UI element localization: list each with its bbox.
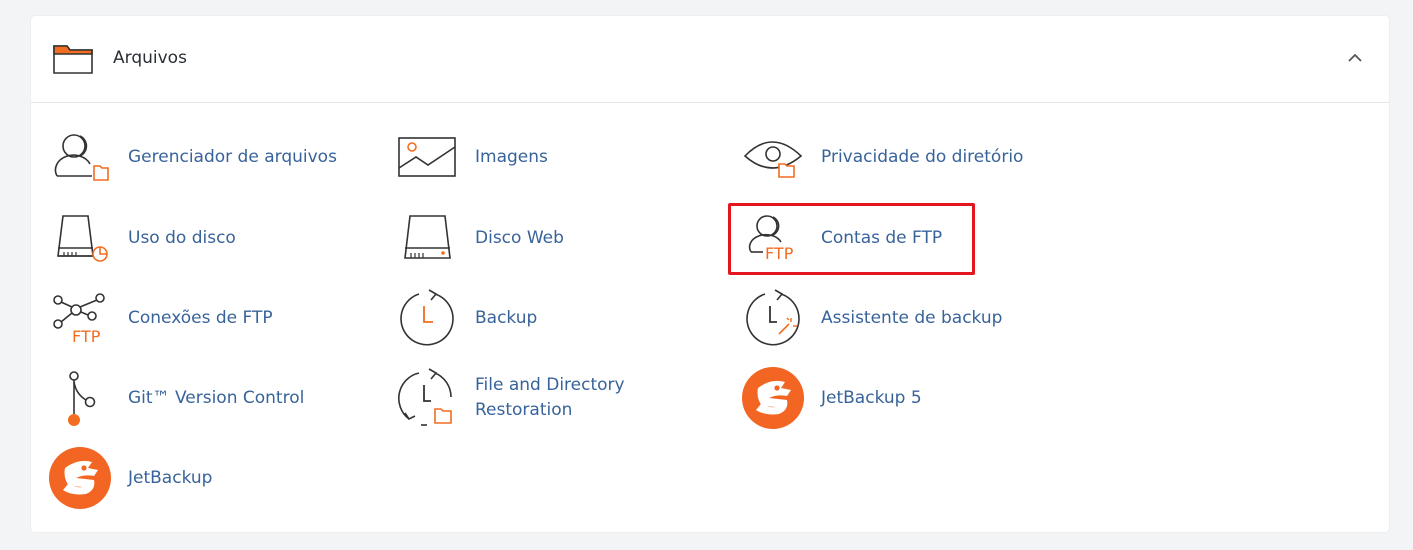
section-title: Arquivos [113, 48, 187, 68]
file-directory-restoration-link[interactable]: File and Directory Restoration [395, 363, 665, 433]
git-version-control-label: Git™ Version Control [128, 387, 305, 408]
ftp-connections-link[interactable]: FTP Conexões de FTP [48, 283, 273, 353]
web-disk-label: Disco Web [475, 227, 564, 248]
disk-usage-label: Uso do disco [128, 227, 236, 248]
images-label: Imagens [475, 146, 548, 167]
svg-text:FTP: FTP [765, 244, 794, 263]
ftp-accounts-icon: FTP [741, 206, 805, 270]
image-icon [395, 125, 459, 189]
jetbackup-link[interactable]: JetBackup [48, 443, 212, 513]
folder-icon [53, 44, 93, 74]
eye-folder-icon [741, 125, 805, 189]
restore-icon [395, 366, 459, 430]
chevron-up-icon[interactable] [1347, 53, 1363, 63]
web-disk-link[interactable]: Disco Web [395, 203, 564, 273]
git-icon [48, 366, 112, 430]
svg-text:FTP: FTP [72, 327, 101, 346]
jetbackup-5-link[interactable]: JetBackup 5 [741, 363, 922, 433]
ftp-connections-label: Conexões de FTP [128, 307, 273, 328]
ftp-connections-icon: FTP [48, 286, 112, 350]
backup-wizard-label: Assistente de backup [821, 307, 1003, 328]
backup-icon [395, 286, 459, 350]
git-version-control-link[interactable]: Git™ Version Control [48, 363, 304, 433]
backup-label: Backup [475, 307, 538, 328]
file-manager-icon [48, 125, 112, 189]
directory-privacy-link[interactable]: Privacidade do diretório [741, 122, 1023, 192]
backup-link[interactable]: Backup [395, 283, 537, 353]
section-header[interactable]: Arquivos [31, 16, 1389, 103]
ftp-accounts-link[interactable]: FTP Contas de FTP [741, 203, 942, 273]
files-section-card: Arquivos [31, 16, 1389, 532]
jetbackup-logo-icon [741, 366, 805, 430]
file-manager-link[interactable]: Gerenciador de arquivos [48, 122, 337, 192]
backup-wizard-icon [741, 286, 805, 350]
jetbackup-label: JetBackup [128, 467, 213, 488]
backup-wizard-link[interactable]: Assistente de backup [741, 283, 1002, 353]
disk-usage-link[interactable]: Uso do disco [48, 203, 236, 273]
directory-privacy-label: Privacidade do diretório [821, 146, 1024, 167]
web-disk-icon [395, 206, 459, 270]
ftp-accounts-label: Contas de FTP [821, 227, 943, 248]
images-link[interactable]: Imagens [395, 122, 548, 192]
disk-usage-icon [48, 206, 112, 270]
jetbackup-5-label: JetBackup 5 [821, 387, 922, 408]
file-manager-label: Gerenciador de arquivos [128, 146, 337, 167]
jetbackup-logo-icon [48, 446, 112, 510]
file-directory-restoration-label: File and Directory Restoration [475, 375, 625, 420]
